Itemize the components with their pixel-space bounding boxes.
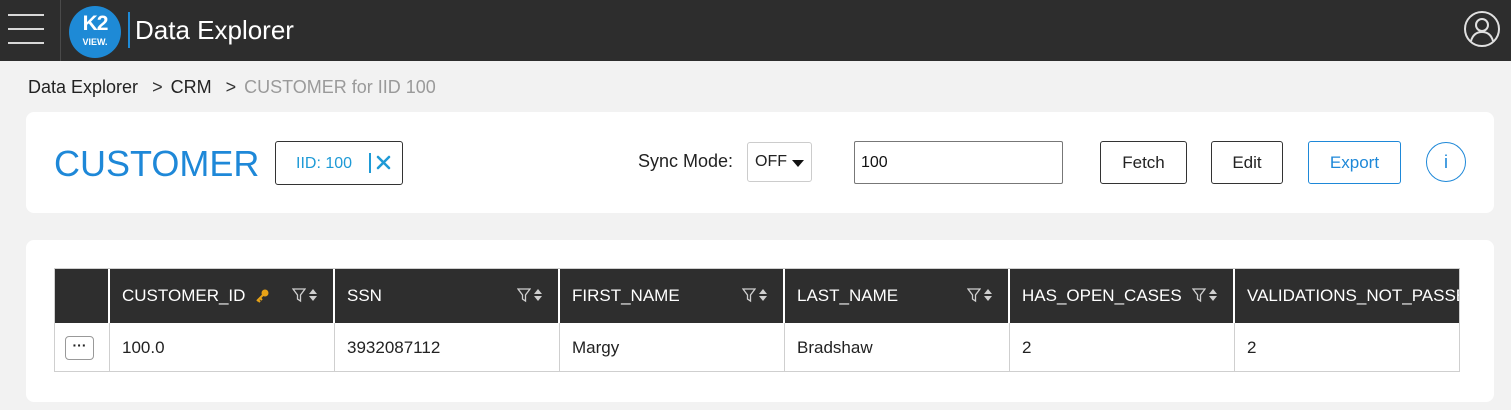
row-actions-cell: ···	[55, 323, 110, 371]
sync-mode-label: Sync Mode:	[638, 151, 734, 171]
iid-chip-divider	[369, 153, 371, 173]
cell-value: 2	[1022, 338, 1032, 357]
logo-text: K2	[82, 12, 109, 35]
fetch-button[interactable]: Fetch	[1100, 141, 1187, 184]
filter-icon[interactable]	[292, 287, 306, 303]
title-accent-bar	[128, 12, 130, 48]
column-header-label: LAST_NAME	[797, 286, 899, 305]
column-header-first-name[interactable]: FIRST_NAME	[560, 269, 785, 323]
cell-value: 100.0	[122, 338, 165, 357]
hamburger-icon[interactable]	[8, 14, 44, 44]
export-button[interactable]: Export	[1308, 141, 1401, 184]
breadcrumb-data-explorer[interactable]: Data Explorer	[28, 77, 138, 98]
cell-value: 3932087112	[347, 338, 441, 357]
k2view-logo: K2 VIEW.	[69, 6, 121, 58]
iid-input[interactable]	[854, 141, 1063, 184]
entity-title: CUSTOMER	[54, 143, 260, 184]
cell-value: Margy	[572, 338, 620, 357]
breadcrumb: Data Explorer > CRM > CUSTOMER for IID 100	[28, 77, 436, 98]
entity-header-card: CUSTOMER IID: 100 Sync Mode: OFF Fetch E…	[26, 112, 1494, 213]
cell-ssn[interactable]: 3932087112	[335, 323, 560, 371]
cell-has-open-cases[interactable]: 2	[1010, 323, 1235, 371]
row-menu-button[interactable]: ···	[65, 336, 94, 360]
filter-icon[interactable]	[742, 287, 756, 303]
close-icon[interactable]	[374, 150, 394, 176]
header-actions-cell	[55, 269, 110, 323]
sync-mode-value: OFF	[755, 153, 787, 170]
cell-value: 2	[1247, 338, 1257, 357]
breadcrumb-current: CUSTOMER for IID 100	[244, 77, 436, 97]
edit-button[interactable]: Edit	[1211, 141, 1283, 184]
column-header-label: CUSTOMER_ID	[122, 286, 246, 305]
column-header-label: SSN	[347, 286, 382, 305]
column-header-ssn[interactable]: SSN	[335, 269, 560, 323]
app-title: Data Explorer	[135, 15, 294, 45]
column-header-last-name[interactable]: LAST_NAME	[785, 269, 1010, 323]
sort-icon[interactable]	[758, 287, 768, 303]
cell-last-name[interactable]: Bradshaw	[785, 323, 1010, 371]
filter-icon[interactable]	[1192, 287, 1206, 303]
sort-icon[interactable]	[533, 287, 543, 303]
cell-first-name[interactable]: Margy	[560, 323, 785, 371]
iid-chip-label: IID: 100	[296, 155, 353, 172]
column-header-label: FIRST_NAME	[572, 286, 680, 305]
column-header-label: HAS_OPEN_CASES	[1022, 286, 1182, 305]
cell-customer-id[interactable]: 100.0	[110, 323, 335, 371]
sync-mode-select[interactable]: OFF	[747, 142, 812, 182]
breadcrumb-separator: >	[225, 77, 237, 97]
logo-divider	[60, 0, 61, 61]
column-header-validations-not-passed[interactable]: VALIDATIONS_NOT_PASSED	[1235, 269, 1460, 323]
column-header-label: VALIDATIONS_NOT_PASSED	[1247, 286, 1460, 305]
table-card: CUSTOMER_ID SSN FIRST_NAME LAST_NAME HAS…	[26, 240, 1494, 402]
breadcrumb-crm[interactable]: CRM	[171, 77, 212, 98]
top-bar: K2 VIEW. Data Explorer	[0, 0, 1511, 61]
sort-icon[interactable]	[308, 287, 318, 303]
column-header-has-open-cases[interactable]: HAS_OPEN_CASES	[1010, 269, 1235, 323]
sort-icon[interactable]	[983, 287, 993, 303]
column-header-customer-id[interactable]: CUSTOMER_ID	[110, 269, 335, 323]
iid-chip: IID: 100	[275, 141, 403, 185]
chevron-down-icon	[792, 160, 804, 167]
filter-icon[interactable]	[967, 287, 981, 303]
cell-validations-not-passed[interactable]: 2	[1235, 323, 1459, 371]
info-button[interactable]: i	[1426, 142, 1466, 182]
user-account-icon[interactable]	[1463, 10, 1501, 48]
cell-value: Bradshaw	[797, 338, 873, 357]
logo-subtext: VIEW.	[82, 37, 108, 47]
filter-icon[interactable]	[517, 287, 531, 303]
breadcrumb-separator: >	[152, 77, 163, 97]
sort-icon[interactable]	[1208, 287, 1218, 303]
data-grid: CUSTOMER_ID SSN FIRST_NAME LAST_NAME HAS…	[54, 268, 1460, 372]
key-icon	[256, 289, 269, 303]
